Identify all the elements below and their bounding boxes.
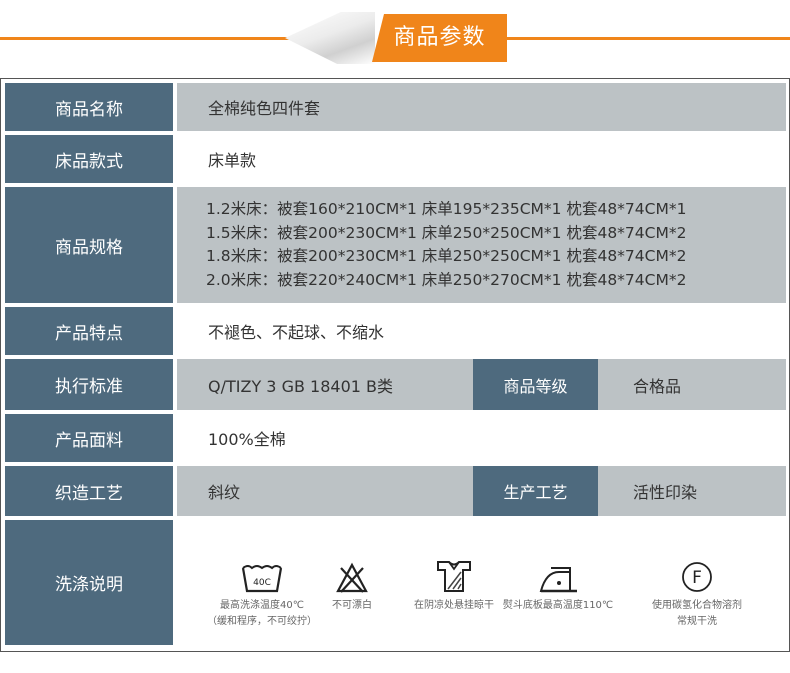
care-caption-sub: 常规干洗 (677, 616, 717, 627)
care-item-iron: 熨斗底板最高温度110℃ (483, 520, 633, 614)
label-fabric: 产品面料 (5, 414, 173, 462)
care-icons-area: 40C 最高洗涤温度40℃ （缓和程序，不可绞拧） 不可漂白 在阴凉处悬挂晾干 … (177, 520, 786, 645)
label-grade: 商品等级 (473, 359, 598, 410)
section-title: 商品参数 (372, 14, 507, 62)
shade-dry-icon (437, 561, 471, 592)
value-grade: 合格品 (602, 359, 786, 410)
spec-line: 1.8米床：被套200*230CM*1 床单250*250CM*1 枕套48*7… (206, 247, 687, 265)
value-product-name: 全棉纯色四件套 (177, 83, 786, 131)
value-fabric: 100%全棉 (177, 414, 786, 462)
value-bedding-style: 床单款 (177, 135, 786, 183)
row-fabric: 产品面料 100%全棉 (5, 414, 786, 462)
header-line-right (505, 37, 790, 40)
wash-temp-badge: 40C (253, 578, 271, 588)
spec-line: 2.0米床：被套220*240CM*1 床单250*270CM*1 枕套48*7… (206, 270, 687, 289)
spec-line: 1.2米床：被套160*210CM*1 床单195*235CM*1 枕套48*7… (206, 200, 687, 218)
label-specifications: 商品规格 (5, 187, 173, 303)
care-item-dry-clean: F 使用碳氢化合物溶剂 常规干洗 (622, 520, 772, 630)
care-caption: 使用碳氢化合物溶剂 (652, 600, 742, 611)
row-bedding-style: 床品款式 床单款 (5, 135, 786, 183)
row-wash-instructions: 洗涤说明 40C 最高洗涤温度40℃ （缓和程序，不可绞拧） 不可漂白 在阴凉处… (5, 520, 786, 645)
row-features: 产品特点 不褪色、不起球、不缩水 (5, 307, 786, 355)
label-features: 产品特点 (5, 307, 173, 355)
header-line-left (0, 37, 300, 40)
dry-clean-badge: F (692, 568, 702, 588)
iron-110-icon (539, 567, 577, 593)
spec-table: 商品名称 全棉纯色四件套 床品款式 床单款 商品规格 1.2米床：被套160*2… (0, 78, 790, 652)
no-bleach-icon (336, 562, 368, 593)
value-specifications: 1.2米床：被套160*210CM*1 床单195*235CM*1 枕套48*7… (177, 187, 786, 303)
dry-clean-f-icon: F (682, 562, 712, 592)
value-process: 活性印染 (602, 466, 786, 516)
row-weave: 织造工艺 斜纹 生产工艺 活性印染 (5, 466, 786, 516)
header-fold-decoration (285, 12, 375, 64)
value-features: 不褪色、不起球、不缩水 (177, 307, 786, 355)
row-standard: 执行标准 Q/TIZY 3 GB 18401 B类 商品等级 合格品 (5, 359, 786, 410)
care-caption-sub: （缓和程序，不可绞拧） (207, 616, 317, 627)
care-caption: 熨斗底板最高温度110℃ (502, 600, 614, 611)
label-process: 生产工艺 (473, 466, 598, 516)
spec-line: 1.5米床：被套200*230CM*1 床单250*250CM*1 枕套48*7… (206, 223, 687, 242)
label-wash-instructions: 洗涤说明 (5, 520, 173, 645)
label-standard: 执行标准 (5, 359, 173, 410)
row-product-name: 商品名称 全棉纯色四件套 (5, 83, 786, 131)
label-weave: 织造工艺 (5, 466, 173, 516)
row-specifications: 商品规格 1.2米床：被套160*210CM*1 床单195*235CM*1 枕… (5, 187, 786, 303)
label-bedding-style: 床品款式 (5, 135, 173, 183)
label-product-name: 商品名称 (5, 83, 173, 131)
